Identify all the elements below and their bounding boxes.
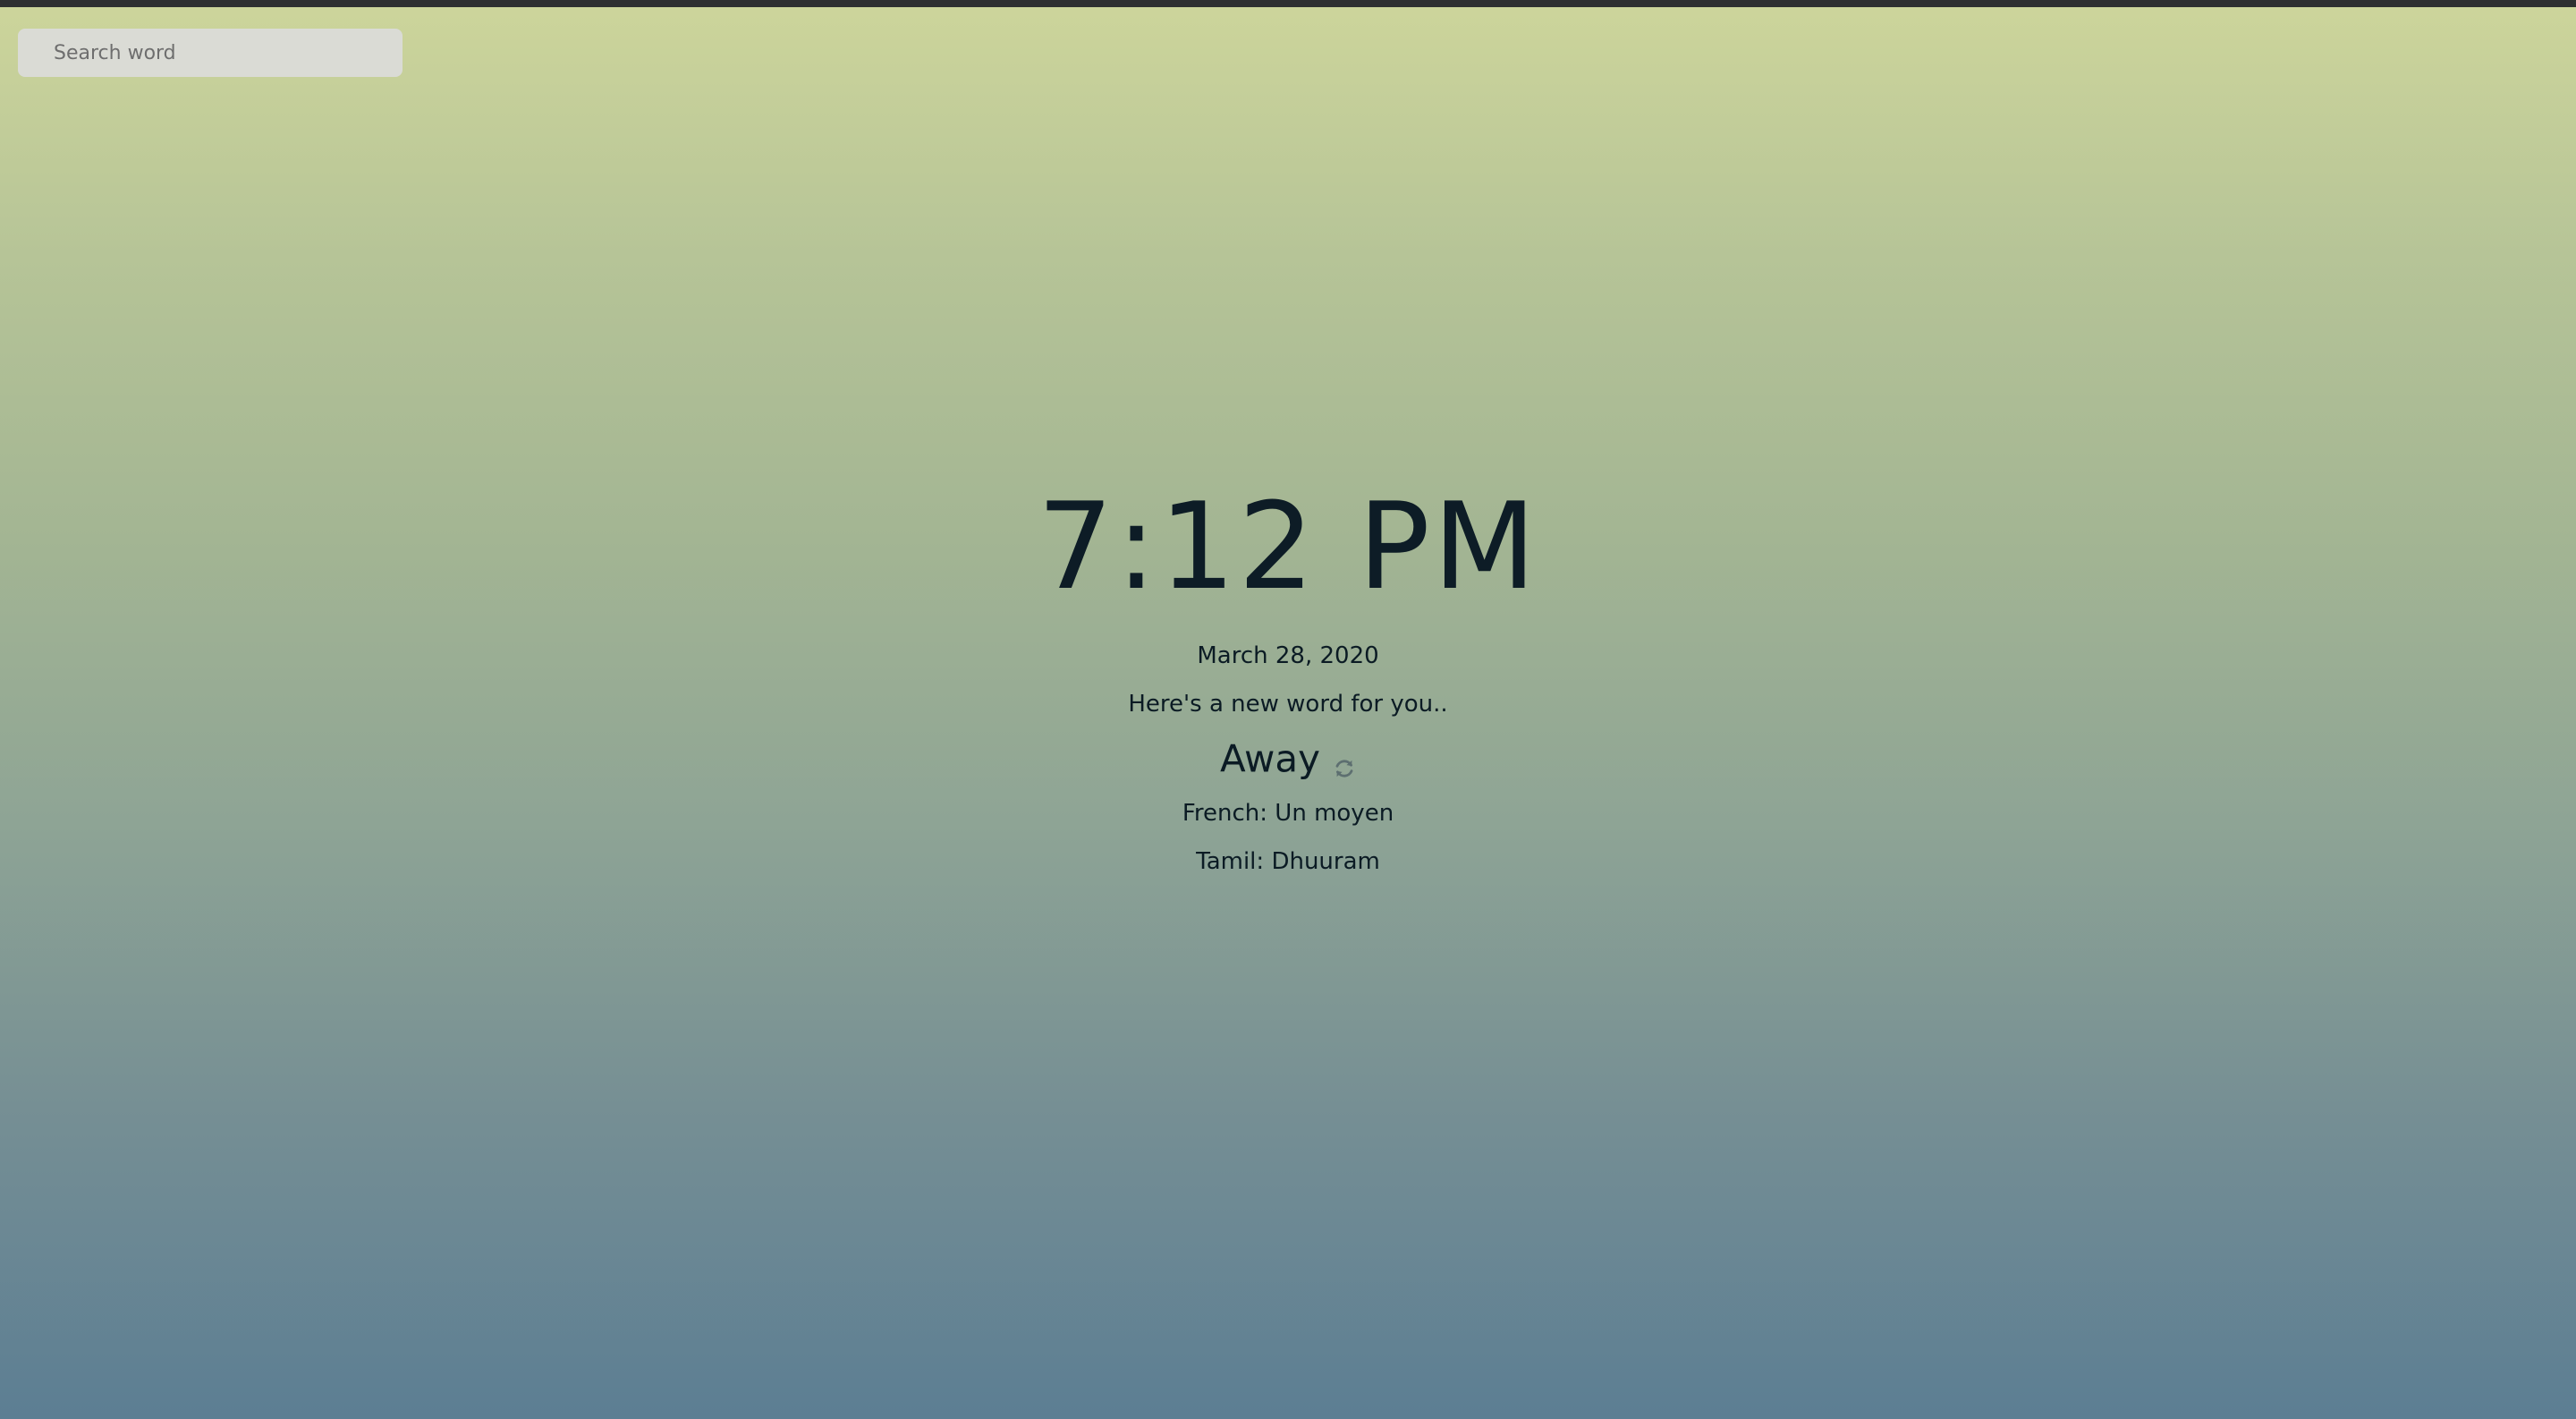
- translation-text: Dhuuram: [1271, 848, 1380, 875]
- clock-widget: 7:12 PM March 28, 2020 Here's a new word…: [0, 472, 2576, 877]
- word-row: Away: [0, 734, 2576, 784]
- refresh-icon[interactable]: [1333, 751, 1356, 777]
- word-prompt: Here's a new word for you..: [1128, 691, 1448, 718]
- clock-date: March 28, 2020: [1197, 642, 1379, 669]
- translation-french: FrenchUn moyen: [0, 798, 2576, 828]
- search-input[interactable]: [18, 29, 402, 77]
- translation-language: French: [1182, 800, 1275, 827]
- translation-language: Tamil: [1196, 848, 1271, 875]
- translation-text: Un moyen: [1275, 800, 1394, 827]
- word-of-day: Away: [1220, 736, 1320, 781]
- window-top-strip: [0, 0, 2576, 7]
- translation-tamil: TamilDhuuram: [0, 846, 2576, 877]
- clock-time: 7:12 PM: [1037, 477, 1539, 616]
- search-box: [18, 29, 402, 77]
